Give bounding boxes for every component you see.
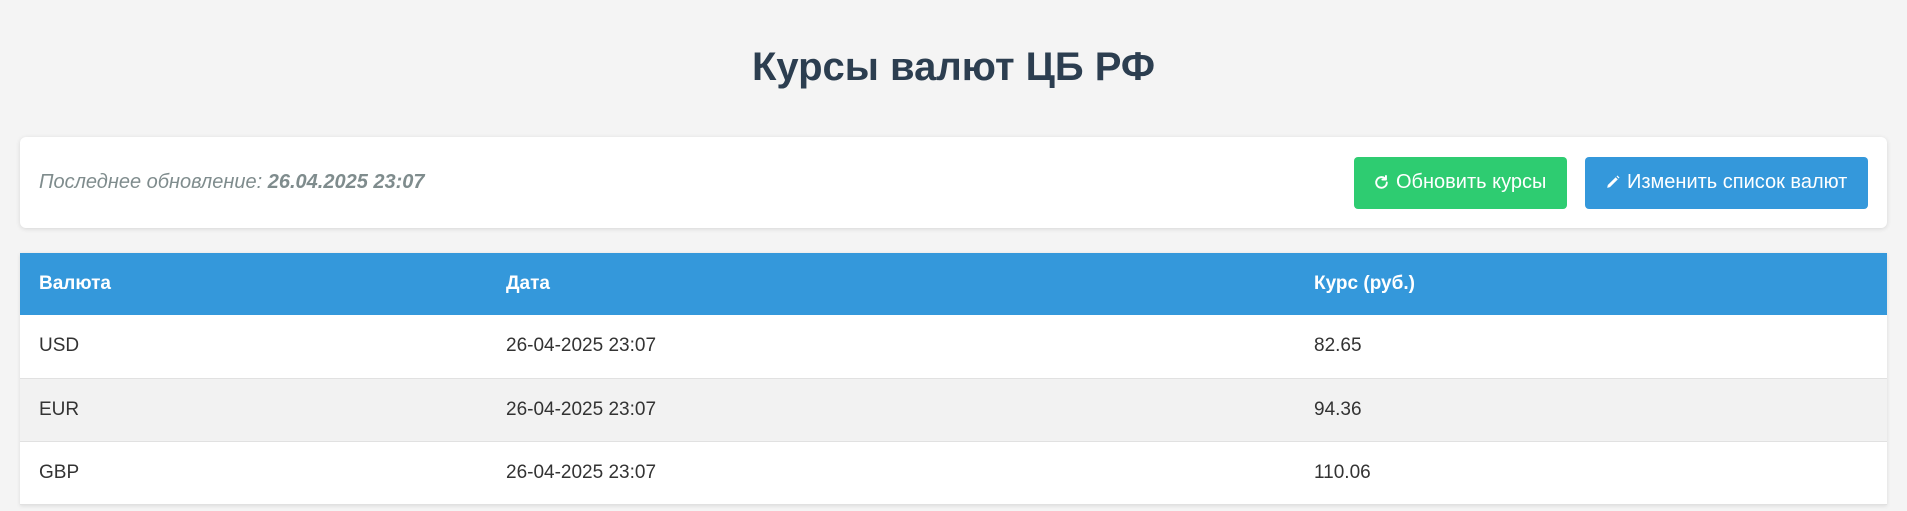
edit-currency-list-button[interactable]: Изменить список валют <box>1585 156 1868 209</box>
column-header-rate: Курс (руб.) <box>1295 253 1887 315</box>
page-title: Курсы валют ЦБ РФ <box>751 45 1156 89</box>
rates-table: Валюта Дата Курс (руб.) USD 26-04-2025 2… <box>20 253 1887 505</box>
column-header-currency: Валюта <box>20 253 487 315</box>
table-row: GBP 26-04-2025 23:07 110.06 <box>20 441 1887 505</box>
date-cell: 26-04-2025 23:07 <box>487 378 1295 442</box>
currency-cell: USD <box>20 315 487 379</box>
page: Курсы валют ЦБ РФ Последнее обновление: … <box>0 0 1907 511</box>
last-update-label: Последнее обновление: <box>39 171 263 193</box>
table-header-row: Валюта Дата Курс (руб.) <box>20 253 1887 315</box>
last-update-value: 26.04.2025 23:07 <box>267 171 425 193</box>
pencil-icon <box>1604 174 1621 191</box>
table-row: EUR 26-04-2025 23:07 94.36 <box>20 378 1887 442</box>
column-header-date: Дата <box>487 253 1295 315</box>
toolbar-panel: Последнее обновление: 26.04.2025 23:07 О… <box>20 137 1887 228</box>
rate-cell: 110.06 <box>1295 441 1887 505</box>
rate-cell: 94.36 <box>1295 378 1887 442</box>
edit-currency-list-label: Изменить список валют <box>1627 171 1848 193</box>
last-update-text: Последнее обновление: 26.04.2025 23:07 <box>39 171 425 194</box>
toolbar-actions: Обновить курсы Изменить список валют <box>1354 156 1868 209</box>
refresh-rates-label: Обновить курсы <box>1396 171 1547 193</box>
date-cell: 26-04-2025 23:07 <box>487 441 1295 505</box>
refresh-rates-button[interactable]: Обновить курсы <box>1354 156 1567 209</box>
currency-cell: EUR <box>20 378 487 442</box>
refresh-icon <box>1373 174 1390 191</box>
date-cell: 26-04-2025 23:07 <box>487 315 1295 379</box>
currency-cell: GBP <box>20 441 487 505</box>
table-row: USD 26-04-2025 23:07 82.65 <box>20 315 1887 379</box>
rate-cell: 82.65 <box>1295 315 1887 379</box>
